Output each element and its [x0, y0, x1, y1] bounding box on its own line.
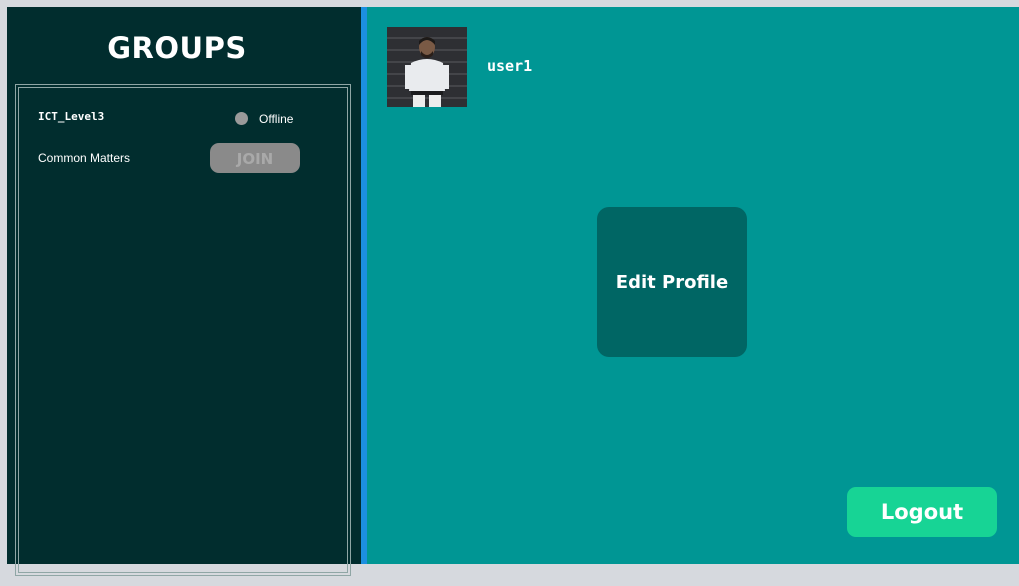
group-item-ict-level3[interactable]: ICT_Level3 Offline	[38, 110, 308, 140]
avatar	[387, 27, 467, 107]
join-button[interactable]: JOIN	[210, 143, 300, 173]
groups-sidebar: GROUPS ICT_Level3 Offline Common Matters…	[7, 7, 361, 576]
group-name: ICT_Level3	[38, 110, 105, 123]
status-text: Offline	[259, 112, 294, 126]
edit-profile-button[interactable]: Edit Profile	[597, 207, 747, 357]
panel-divider	[361, 7, 367, 564]
user-photo-icon	[387, 27, 467, 107]
app-window: GROUPS ICT_Level3 Offline Common Matters…	[7, 7, 1019, 576]
sidebar-title: GROUPS	[107, 31, 247, 65]
logout-button[interactable]: Logout	[847, 487, 997, 537]
group-item-common-matters: Common Matters JOIN	[38, 143, 308, 173]
username: user1	[487, 57, 533, 75]
group-name: Common Matters	[38, 151, 131, 165]
status-dot-icon	[235, 112, 248, 125]
groups-list: ICT_Level3 Offline Common Matters JOIN	[15, 84, 351, 576]
